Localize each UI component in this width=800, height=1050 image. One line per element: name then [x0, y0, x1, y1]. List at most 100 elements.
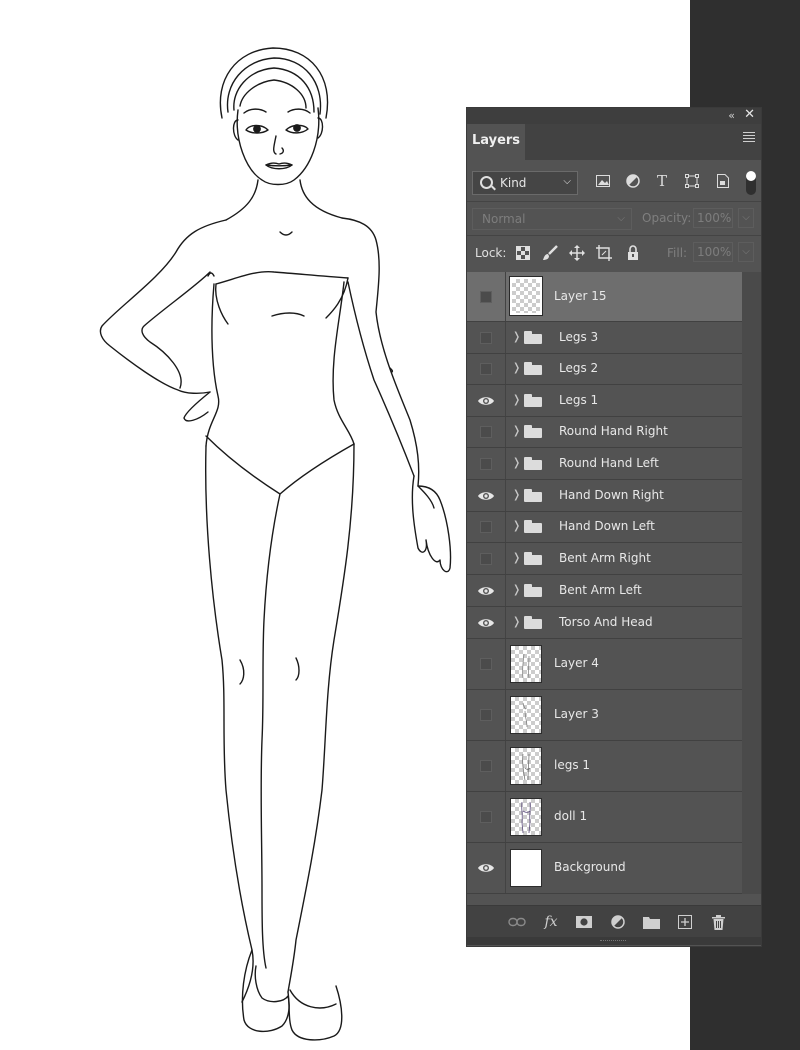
eye-icon	[478, 864, 494, 872]
adjustment-filter-icon[interactable]	[623, 171, 643, 191]
panel-titlebar[interactable]: « ✕	[467, 107, 761, 124]
chevron-right-icon[interactable]: ❭	[512, 551, 521, 564]
visibility-toggle[interactable]	[467, 792, 506, 842]
visibility-toggle[interactable]	[467, 448, 506, 479]
fill-label: Fill:	[667, 246, 688, 260]
visibility-toggle[interactable]	[467, 690, 506, 740]
group-row[interactable]: ❭ Round Hand Left	[467, 448, 742, 480]
fill-dropdown-button[interactable]: ⌵	[738, 242, 754, 262]
group-row[interactable]: ❭ Legs 3	[467, 322, 742, 354]
collapse-panel-button[interactable]: «	[728, 109, 735, 122]
panel-menu-icon[interactable]	[743, 132, 755, 144]
new-layer-icon[interactable]	[675, 912, 695, 932]
visibility-toggle[interactable]	[467, 417, 506, 447]
layers-bottom-toolbar: fx	[467, 905, 761, 938]
visibility-box	[480, 457, 492, 470]
layer-thumbnail	[510, 696, 542, 734]
opacity-field[interactable]: 100%	[693, 208, 733, 228]
visibility-toggle[interactable]	[467, 322, 506, 353]
opacity-dropdown-button[interactable]: ⌵	[738, 208, 754, 228]
chevron-right-icon[interactable]: ❭	[512, 583, 521, 596]
add-mask-icon[interactable]	[574, 912, 594, 932]
folder-icon	[524, 393, 542, 407]
layer-row[interactable]: legs 1	[467, 741, 742, 792]
type-filter-icon[interactable]: T	[652, 171, 672, 191]
layer-row[interactable]: Layer 3	[467, 690, 742, 741]
image-filter-icon[interactable]	[593, 171, 613, 191]
visibility-toggle[interactable]	[467, 543, 506, 574]
filter-kind-select[interactable]: Kind ⌵	[472, 171, 578, 195]
layer-row[interactable]: Background	[467, 843, 742, 894]
chevron-right-icon[interactable]: ❭	[512, 615, 521, 628]
chevron-right-icon[interactable]: ❭	[512, 424, 521, 437]
visibility-toggle[interactable]	[467, 512, 506, 542]
group-name: Round Hand Right	[559, 424, 668, 438]
lock-artboard-icon[interactable]	[595, 244, 613, 262]
layer-name: Layer 15	[554, 288, 607, 303]
group-row[interactable]: ❭ Torso And Head	[467, 607, 742, 639]
group-row[interactable]: ❭ Bent Arm Right	[467, 543, 742, 575]
fx-icon[interactable]: fx	[541, 912, 561, 932]
new-adjustment-icon[interactable]	[608, 912, 628, 932]
fill-field[interactable]: 100%	[693, 242, 733, 262]
folder-icon	[524, 456, 542, 470]
visibility-toggle[interactable]	[467, 639, 506, 689]
visibility-toggle[interactable]	[467, 385, 506, 416]
lock-position-icon[interactable]	[568, 244, 586, 262]
layers-scrollbar[interactable]	[742, 272, 761, 894]
eye-icon	[478, 491, 494, 500]
layer-row[interactable]: Layer 4	[467, 639, 742, 690]
blend-mode-select[interactable]: Normal ⌵	[472, 208, 632, 230]
visibility-toggle[interactable]	[467, 272, 506, 321]
delete-layer-icon[interactable]	[708, 912, 728, 932]
chevron-right-icon[interactable]: ❭	[512, 330, 521, 343]
layer-row[interactable]: Layer 15	[467, 272, 742, 322]
smart-object-filter-icon[interactable]	[713, 171, 733, 191]
lock-image-pixels-icon[interactable]	[541, 244, 559, 262]
chevron-right-icon[interactable]: ❭	[512, 361, 521, 374]
folder-icon	[524, 425, 542, 438]
group-row[interactable]: ❭ Round Hand Right	[467, 417, 742, 448]
chevron-right-icon[interactable]: ❭	[512, 456, 521, 469]
close-panel-button[interactable]: ✕	[744, 107, 755, 122]
visibility-toggle[interactable]	[467, 843, 506, 893]
layer-row[interactable]: doll 1	[467, 792, 742, 843]
lock-transparent-pixels-icon[interactable]	[514, 244, 532, 262]
folder-icon	[524, 362, 542, 375]
visibility-toggle[interactable]	[467, 480, 506, 511]
new-group-icon[interactable]	[641, 912, 661, 932]
chevron-right-icon[interactable]: ❭	[512, 519, 521, 532]
folder-icon	[524, 615, 542, 629]
visibility-box	[480, 363, 492, 375]
shape-filter-icon[interactable]	[682, 171, 702, 191]
group-row[interactable]: ❭ Hand Down Right	[467, 480, 742, 512]
visibility-box	[480, 331, 492, 344]
group-row[interactable]: ❭ Hand Down Left	[467, 512, 742, 543]
tab-layers[interactable]: Layers	[467, 124, 525, 160]
group-row[interactable]: ❭ Legs 2	[467, 354, 742, 385]
visibility-box	[480, 552, 492, 565]
filter-kind-label: Kind	[500, 176, 527, 190]
lock-all-icon[interactable]	[624, 244, 642, 262]
visibility-toggle[interactable]	[467, 741, 506, 791]
layer-thumbnail	[510, 645, 542, 683]
visibility-toggle[interactable]	[467, 607, 506, 638]
layer-name: Layer 3	[554, 707, 599, 721]
layer-thumbnail	[510, 798, 542, 836]
group-name: Round Hand Left	[559, 455, 659, 470]
group-row[interactable]: ❭ Legs 1	[467, 385, 742, 417]
group-name: Hand Down Left	[559, 519, 655, 533]
visibility-toggle[interactable]	[467, 575, 506, 606]
folder-icon	[524, 583, 542, 597]
chevron-right-icon[interactable]: ❭	[512, 393, 521, 406]
chevron-right-icon[interactable]: ❭	[512, 488, 521, 501]
link-layers-icon[interactable]	[507, 912, 527, 932]
layer-name: legs 1	[554, 758, 591, 772]
filter-toggle-switch[interactable]	[746, 171, 756, 195]
layer-name: doll 1	[554, 809, 588, 823]
eye-icon	[478, 618, 494, 627]
visibility-box	[480, 658, 492, 670]
group-row[interactable]: ❭ Bent Arm Left	[467, 575, 742, 607]
visibility-toggle[interactable]	[467, 354, 506, 384]
panel-resize-grip[interactable]	[467, 937, 761, 945]
